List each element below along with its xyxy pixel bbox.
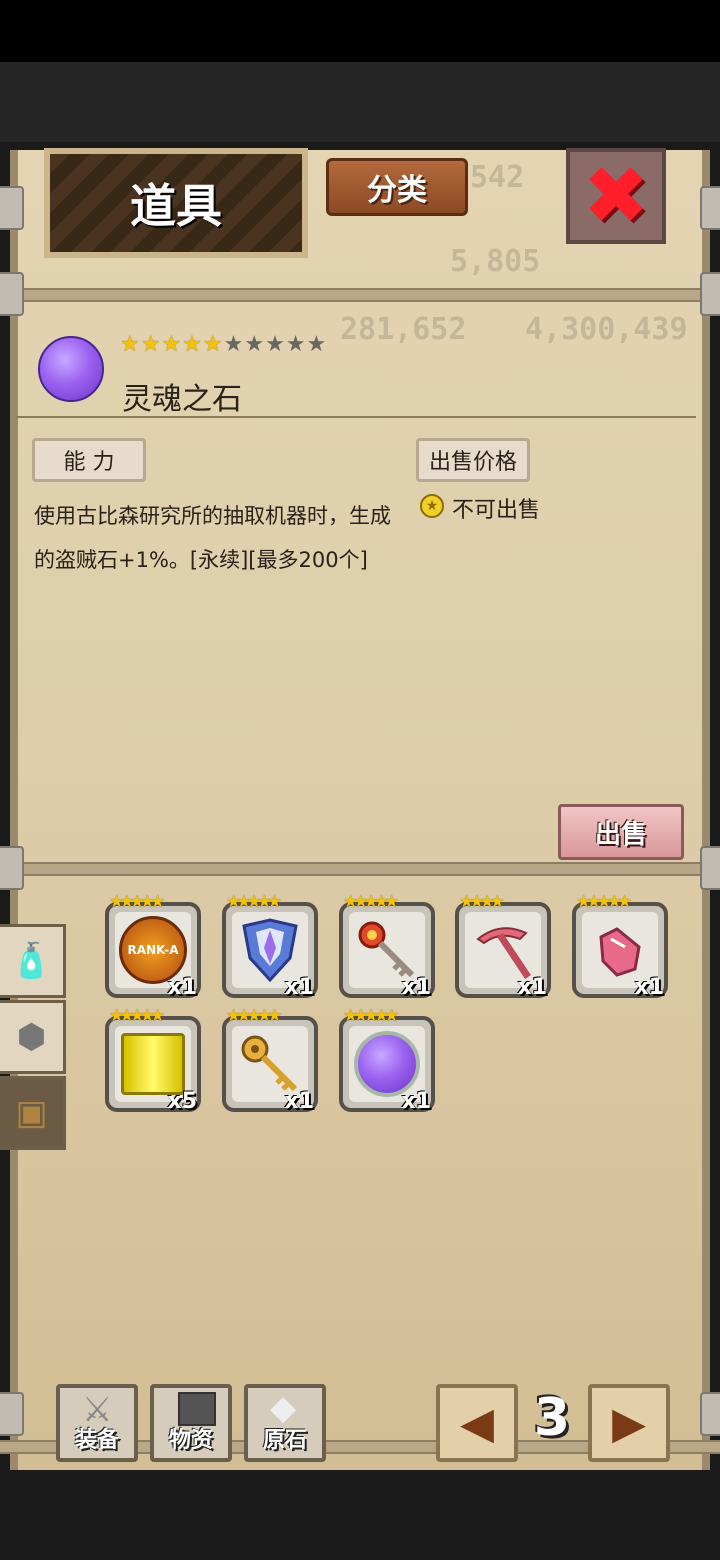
slot-quantity: x1	[634, 975, 665, 1000]
page-title: 道具	[130, 179, 222, 233]
treasure-chest-icon: ▣	[15, 1093, 48, 1133]
inventory-slot[interactable]: ★★★★★ x1	[339, 892, 435, 1000]
sale-price-tag: 出售价格	[416, 438, 530, 482]
page-number: 3	[533, 1388, 571, 1448]
bottom-dark-band	[0, 1470, 720, 1560]
tab-potions[interactable]: 🧴	[0, 924, 66, 998]
equipment-button[interactable]: ⚔ 装备	[56, 1384, 138, 1462]
potion-bottle-icon: 🧴	[10, 941, 53, 981]
inventory-slot[interactable]: ★★★★★ x1	[572, 892, 668, 1000]
filled-stars: ★★★★★	[120, 332, 224, 357]
divider-rail	[0, 862, 720, 876]
pink-glove-icon	[599, 927, 641, 977]
golden-key-icon	[241, 1035, 298, 1092]
next-page-button[interactable]: ▶	[588, 1384, 670, 1462]
background-number: 5,805	[450, 244, 541, 279]
gemstone-label: 原石	[262, 1428, 307, 1453]
arrow-right-icon: ▶	[612, 1397, 646, 1449]
slot-quantity: x1	[517, 975, 548, 1000]
divider-rail	[0, 288, 720, 302]
slot-quantity: x1	[284, 975, 315, 1000]
inventory-slot-selected[interactable]: ★★★★★ x1	[339, 1006, 435, 1114]
coin-icon: ★	[420, 494, 444, 518]
sale-status: 不可出售	[452, 498, 541, 523]
arrow-left-icon: ◀	[460, 1397, 494, 1449]
ability-tag: 能 力	[32, 438, 146, 482]
slot-stars: ★★★★	[459, 892, 505, 912]
sell-button[interactable]: 出售	[558, 804, 684, 860]
title-plate: 道具	[44, 148, 308, 258]
slot-stars: ★★★★★	[576, 892, 632, 912]
golden-scroll-icon	[121, 1033, 185, 1095]
rail-stud	[0, 272, 24, 316]
inventory-slot[interactable]: ★★★★★ RANK-A x1	[105, 892, 201, 1000]
rank-a-fist-badge-icon: RANK-A	[119, 916, 187, 984]
slot-quantity: x1	[401, 1089, 432, 1114]
slot-stars: ★★★★★	[226, 1006, 282, 1026]
item-name: 灵魂之石	[122, 382, 242, 417]
inventory-slot[interactable]: ★★★★★ x1	[222, 1006, 318, 1114]
ability-description: 使用古比森研究所的抽取机器时，生成的盗贼石+1%。[永续][最多200个]	[34, 504, 391, 572]
gemstone-button[interactable]: ◆ 原石	[244, 1384, 326, 1462]
slot-quantity: x1	[401, 975, 432, 1000]
crystal-shield-icon	[242, 918, 298, 982]
close-button[interactable]: ✖	[566, 148, 666, 244]
slot-quantity: x1	[284, 1089, 315, 1114]
background-number: 542	[470, 160, 525, 195]
crate-icon	[178, 1392, 216, 1426]
rail-stud	[700, 1392, 720, 1436]
red-gem-key-icon	[358, 921, 415, 978]
rail-stud	[0, 186, 24, 230]
slot-stars: ★★★★★	[226, 892, 282, 912]
rail-stud	[700, 846, 720, 890]
background-number: 281,652	[340, 312, 467, 347]
pink-pickaxe-icon	[476, 927, 531, 979]
previous-page-button[interactable]: ◀	[436, 1384, 518, 1462]
slot-stars: ★★★★★	[109, 892, 165, 912]
ore-rock-icon: ⬢	[16, 1017, 47, 1057]
background-number: 4,300,439	[525, 312, 688, 347]
close-x-icon: ✖	[582, 149, 650, 242]
materials-label: 物资	[168, 1428, 213, 1453]
tab-ores[interactable]: ⬢	[0, 1000, 66, 1074]
slot-stars: ★★★★★	[343, 892, 399, 912]
rail-stud	[700, 272, 720, 316]
slot-stars: ★★★★★	[109, 1006, 165, 1026]
slot-quantity: x1	[167, 975, 198, 1000]
inventory-slot[interactable]: ★★★★★ x5	[105, 1006, 201, 1114]
classify-button[interactable]: 分类	[326, 158, 468, 216]
slot-quantity: x5	[167, 1089, 198, 1114]
rail-stud	[700, 186, 720, 230]
purple-soul-stone-icon	[38, 336, 104, 402]
rail-stud	[0, 846, 24, 890]
inventory-slot[interactable]: ★★★★ x1	[455, 892, 551, 1000]
slot-stars: ★★★★★	[343, 1006, 399, 1026]
purple-soul-stone-icon	[354, 1031, 420, 1097]
top-dark-band	[0, 62, 720, 142]
rail-stud	[0, 1392, 24, 1436]
materials-button[interactable]: 物资	[150, 1384, 232, 1462]
status-bar	[0, 0, 720, 62]
inventory-slot[interactable]: ★★★★★ x1	[222, 892, 318, 1000]
detail-divider	[16, 416, 696, 418]
equipment-label: 装备	[74, 1428, 119, 1453]
rarity-stars: ★★★★★★★★★★	[120, 332, 327, 357]
tab-items[interactable]: ▣	[0, 1076, 66, 1150]
empty-stars: ★★★★★	[223, 332, 328, 357]
